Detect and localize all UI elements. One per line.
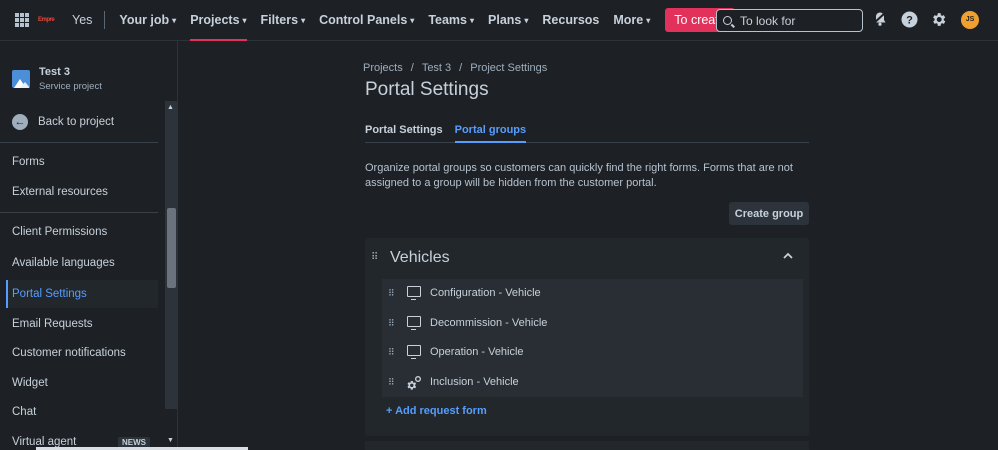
nav-filters[interactable]: Filters ▾ bbox=[261, 0, 306, 41]
sidebar-item-external-resources[interactable]: External resources bbox=[12, 186, 108, 198]
form-label: Inclusion - Vehicle bbox=[430, 376, 519, 388]
chevron-down-icon: ▾ bbox=[242, 15, 247, 25]
settings-gear-icon[interactable] bbox=[929, 11, 947, 29]
help-icon[interactable]: ? bbox=[900, 11, 918, 29]
company-logo[interactable]: Empre bbox=[38, 15, 58, 25]
form-label: Operation - Vehicle bbox=[430, 346, 524, 358]
sidebar-item-available-languages[interactable]: Available languages bbox=[12, 257, 115, 269]
scroll-up-arrow-icon[interactable]: ▲ bbox=[167, 104, 174, 111]
monitor-icon bbox=[406, 286, 421, 300]
sidebar-item-client-permissions[interactable]: Client Permissions bbox=[12, 226, 107, 238]
chevron-down-icon: ▾ bbox=[301, 15, 306, 25]
form-label: Configuration - Vehicle bbox=[430, 287, 541, 299]
chevron-down-icon: ▾ bbox=[410, 15, 415, 25]
nav-recursos[interactable]: Recursos bbox=[542, 0, 599, 41]
list-item[interactable]: ⠿ Inclusion - Vehicle bbox=[388, 375, 519, 390]
tab-portal-groups[interactable]: Portal groups bbox=[454, 124, 527, 143]
back-to-project-link[interactable]: ← Back to project bbox=[12, 114, 114, 130]
scroll-down-arrow-icon[interactable]: ▼ bbox=[167, 437, 174, 444]
page-title: Portal Settings bbox=[365, 79, 489, 100]
divider bbox=[0, 212, 158, 213]
chevron-down-icon: ▾ bbox=[524, 15, 529, 25]
app-switcher-icon[interactable] bbox=[15, 13, 29, 27]
chevron-up-icon[interactable] bbox=[782, 250, 794, 265]
nav-your-job[interactable]: Your job ▾ bbox=[119, 0, 176, 41]
form-label: Decommission - Vehicle bbox=[430, 317, 548, 329]
sidebar-item-email-requests[interactable]: Email Requests bbox=[12, 318, 93, 330]
breadcrumb-separator: / bbox=[410, 62, 414, 74]
search-box[interactable] bbox=[716, 9, 863, 32]
nav-divider bbox=[104, 11, 106, 29]
drag-handle-icon[interactable]: ⠿ bbox=[388, 288, 406, 299]
chevron-down-icon: ▾ bbox=[470, 15, 475, 25]
project-header[interactable]: Test 3 Service project bbox=[12, 66, 102, 92]
project-name: Test 3 bbox=[39, 66, 70, 78]
gears-icon bbox=[406, 375, 421, 390]
sidebar-scroll-thumb[interactable] bbox=[167, 208, 176, 288]
breadcrumb: Projects / Test 3 / Project Settings bbox=[363, 62, 547, 74]
svg-text:?: ? bbox=[906, 15, 913, 27]
breadcrumb-project[interactable]: Test 3 bbox=[422, 62, 451, 74]
tab-portal-settings[interactable]: Portal Settings bbox=[365, 124, 443, 143]
drag-handle-icon[interactable]: ⠿ bbox=[371, 252, 378, 263]
nav-plans[interactable]: Plans ▾ bbox=[488, 0, 528, 41]
create-group-button[interactable]: Create group bbox=[729, 202, 809, 225]
divider bbox=[0, 142, 158, 143]
list-item[interactable]: ⠿ Decommission - Vehicle bbox=[388, 316, 547, 330]
list-item[interactable]: ⠿ Configuration - Vehicle bbox=[388, 286, 541, 300]
breadcrumb-separator: / bbox=[459, 62, 463, 74]
monitor-icon bbox=[406, 345, 421, 359]
notifications-icon[interactable] bbox=[871, 11, 889, 29]
monitor-icon bbox=[406, 316, 421, 330]
sidebar-item-widget[interactable]: Widget bbox=[12, 377, 48, 389]
chevron-down-icon: ▾ bbox=[646, 15, 651, 25]
nav-yes[interactable]: Yes bbox=[72, 0, 92, 41]
tab-bar: Portal Settings Portal groups bbox=[365, 124, 809, 143]
drag-handle-icon[interactable]: ⠿ bbox=[388, 377, 406, 388]
portal-group-card bbox=[365, 441, 809, 450]
arrow-left-icon: ← bbox=[12, 114, 28, 130]
back-label: Back to project bbox=[38, 116, 115, 128]
project-type: Service project bbox=[39, 81, 102, 92]
nav-control-panels[interactable]: Control Panels ▾ bbox=[319, 0, 414, 41]
sidebar-item-forms[interactable]: Forms bbox=[12, 156, 45, 168]
avatar[interactable]: JS bbox=[961, 11, 979, 29]
list-item[interactable]: ⠿ Operation - Vehicle bbox=[388, 345, 524, 359]
sidebar: Test 3 Service project ← Back to project… bbox=[0, 41, 178, 450]
nav-more[interactable]: More ▾ bbox=[613, 0, 650, 41]
drag-handle-icon[interactable]: ⠿ bbox=[388, 347, 406, 358]
breadcrumb-project-settings[interactable]: Project Settings bbox=[470, 62, 547, 74]
sidebar-item-chat[interactable]: Chat bbox=[12, 406, 36, 418]
sidebar-item-portal-settings[interactable]: Portal Settings bbox=[6, 280, 158, 308]
chevron-down-icon: ▾ bbox=[172, 15, 177, 25]
breadcrumb-projects[interactable]: Projects bbox=[363, 62, 403, 74]
search-input[interactable] bbox=[740, 13, 855, 28]
sidebar-item-customer-notifications[interactable]: Customer notifications bbox=[12, 347, 126, 359]
search-icon bbox=[723, 16, 732, 25]
nav-teams[interactable]: Teams ▾ bbox=[428, 0, 474, 41]
description-text: Organize portal groups so customers can … bbox=[365, 162, 793, 189]
project-avatar-icon bbox=[12, 70, 30, 88]
drag-handle-icon[interactable]: ⠿ bbox=[388, 318, 406, 329]
nav-projects[interactable]: Projects ▾ bbox=[190, 0, 247, 41]
add-request-form-button[interactable]: + Add request form bbox=[386, 405, 487, 417]
group-title: Vehicles bbox=[390, 249, 450, 266]
